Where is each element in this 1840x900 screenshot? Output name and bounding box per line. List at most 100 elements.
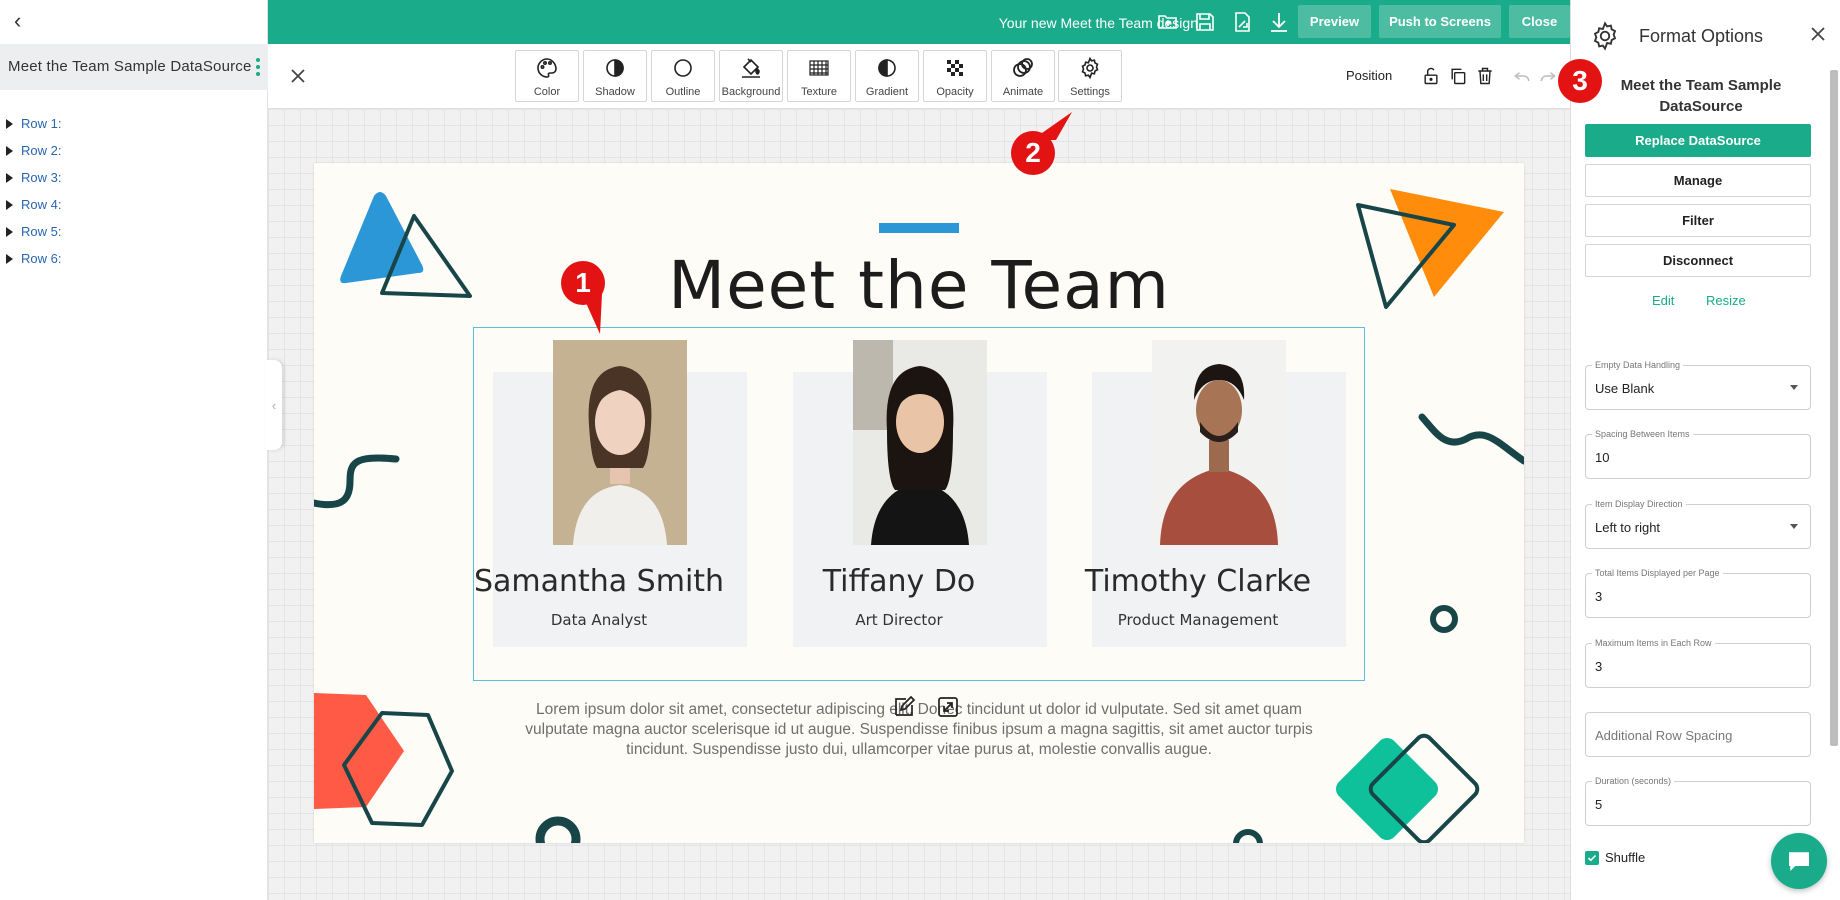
member-role: Product Management bbox=[1117, 611, 1279, 629]
caret-right-icon bbox=[6, 118, 13, 129]
field-value: 3 bbox=[1595, 589, 1603, 604]
row-label: Row 2: bbox=[21, 143, 62, 158]
field-value: 5 bbox=[1595, 797, 1603, 812]
save-icon[interactable] bbox=[1193, 10, 1217, 34]
row-item[interactable]: Row 4: bbox=[6, 191, 61, 218]
additional-row-spacing-input[interactable]: Additional Row Spacing bbox=[1585, 712, 1811, 757]
team-repeater[interactable]: Samantha Smith Data Analyst Tiffany Do A… bbox=[473, 327, 1365, 681]
field-value: 3 bbox=[1595, 659, 1603, 674]
preview-button[interactable]: Preview bbox=[1298, 5, 1371, 38]
row-item[interactable]: Row 1: bbox=[6, 110, 61, 137]
close-button[interactable]: Close bbox=[1509, 5, 1570, 38]
caret-right-icon bbox=[6, 145, 13, 156]
resize-icon[interactable] bbox=[936, 695, 960, 719]
tool-background[interactable]: Background bbox=[719, 50, 783, 102]
tool-label: Texture bbox=[800, 86, 838, 98]
design-slide[interactable]: Meet the Team Samantha Smith Data Analys… bbox=[314, 163, 1524, 843]
collapse-panel-handle[interactable]: ‹ bbox=[266, 360, 282, 450]
chat-support-button[interactable] bbox=[1771, 833, 1827, 889]
open-folder-icon[interactable] bbox=[1156, 10, 1180, 34]
download-icon[interactable] bbox=[1267, 10, 1291, 34]
caret-right-icon bbox=[6, 172, 13, 183]
marker-number: 1 bbox=[575, 267, 591, 298]
row-item[interactable]: Row 6: bbox=[6, 245, 61, 272]
datasource-header[interactable]: Meet the Team Sample DataSource bbox=[0, 44, 268, 90]
paint-bucket-icon bbox=[742, 58, 760, 78]
tool-texture[interactable]: Texture bbox=[787, 50, 851, 102]
items-per-row-input[interactable]: Maximum Items in Each Row 3 bbox=[1585, 638, 1811, 688]
close-icon[interactable] bbox=[1806, 22, 1830, 46]
tool-shadow[interactable]: Shadow bbox=[583, 50, 647, 102]
body-text[interactable]: Lorem ipsum dolor sit amet, consectetur … bbox=[524, 700, 1314, 760]
field-value: Left to right bbox=[1595, 520, 1661, 535]
member-role: Data Analyst bbox=[550, 611, 648, 629]
close-icon[interactable] bbox=[286, 64, 310, 88]
undo-icon[interactable] bbox=[1512, 66, 1532, 86]
caret-down-icon bbox=[1790, 385, 1798, 390]
tool-animate[interactable]: Animate bbox=[991, 50, 1055, 102]
tool-label: Color bbox=[533, 86, 561, 98]
edit-icon[interactable] bbox=[892, 695, 916, 719]
datasource-panel: ‹ Meet the Team Sample DataSource Row 1:… bbox=[0, 0, 268, 900]
animate-rings-icon bbox=[1013, 58, 1033, 77]
disconnect-button[interactable]: Disconnect bbox=[1585, 244, 1811, 277]
save-as-icon[interactable] bbox=[1230, 10, 1254, 34]
field-label: Empty Data Handling bbox=[1592, 360, 1684, 370]
field-label: Spacing Between Items bbox=[1592, 429, 1693, 439]
photo-timothy bbox=[1152, 340, 1286, 545]
unlock-icon[interactable] bbox=[1421, 66, 1441, 86]
more-vertical-icon[interactable] bbox=[254, 56, 262, 78]
tool-opacity[interactable]: Opacity bbox=[923, 50, 987, 102]
tool-label: Background bbox=[721, 86, 781, 98]
marker-number: 3 bbox=[1572, 65, 1588, 96]
items-per-page-input[interactable]: Total Items Displayed per Page 3 bbox=[1585, 568, 1811, 618]
tool-label: Animate bbox=[1002, 86, 1044, 98]
shuffle-checkbox[interactable]: Shuffle bbox=[1585, 850, 1645, 865]
tool-color[interactable]: Color bbox=[515, 50, 579, 102]
duration-input[interactable]: Duration (seconds) 5 bbox=[1585, 776, 1811, 826]
member-name: Timothy Clarke bbox=[1084, 564, 1312, 599]
row-label: Row 3: bbox=[21, 170, 62, 185]
spacing-between-items-input[interactable]: Spacing Between Items 10 bbox=[1585, 429, 1811, 479]
caret-right-icon bbox=[6, 199, 13, 210]
filter-button[interactable]: Filter bbox=[1585, 204, 1811, 237]
tool-outline[interactable]: Outline bbox=[651, 50, 715, 102]
checkerboard-icon bbox=[947, 60, 963, 76]
annotation-marker-2: 2 bbox=[1011, 131, 1055, 175]
tool-gradient[interactable]: Gradient bbox=[855, 50, 919, 102]
gradient-icon bbox=[878, 59, 896, 77]
tool-label: Settings bbox=[1070, 86, 1110, 98]
member-role: Art Director bbox=[855, 611, 943, 629]
texture-grid-icon bbox=[809, 60, 829, 76]
photo-tiffany bbox=[853, 340, 987, 545]
design-title[interactable]: Meet the Team bbox=[314, 247, 1524, 324]
member-name: Samantha Smith bbox=[473, 564, 725, 599]
checkbox-checked-icon bbox=[1585, 850, 1599, 865]
position-label[interactable]: Position bbox=[1346, 68, 1392, 83]
back-icon[interactable]: ‹ bbox=[14, 10, 38, 34]
member-name: Tiffany Do bbox=[822, 564, 976, 599]
tool-settings[interactable]: Settings bbox=[1058, 50, 1122, 102]
row-item[interactable]: Row 3: bbox=[6, 164, 61, 191]
item-display-direction-select[interactable]: Item Display Direction Left to right bbox=[1585, 499, 1811, 549]
duplicate-icon[interactable] bbox=[1448, 66, 1468, 86]
redo-icon[interactable] bbox=[1538, 66, 1558, 86]
row-item[interactable]: Row 2: bbox=[6, 137, 61, 164]
trash-icon[interactable] bbox=[1475, 66, 1495, 86]
row-item[interactable]: Row 5: bbox=[6, 218, 61, 245]
empty-data-handling-select[interactable]: Empty Data Handling Use Blank bbox=[1585, 360, 1811, 410]
panel-title: Format Options bbox=[1639, 26, 1764, 46]
caret-right-icon bbox=[6, 226, 13, 237]
top-bar: Your new Meet the Team design Preview Pu… bbox=[268, 0, 1570, 44]
row-label: Row 4: bbox=[21, 197, 62, 212]
replace-datasource-button[interactable]: Replace DataSource bbox=[1585, 124, 1811, 157]
marker-number: 2 bbox=[1025, 137, 1041, 168]
title-accent-bar bbox=[879, 223, 959, 233]
gear-icon bbox=[1593, 21, 1617, 51]
push-to-screens-button[interactable]: Push to Screens bbox=[1379, 5, 1501, 38]
panel-scrollbar[interactable] bbox=[1830, 70, 1838, 746]
edit-link[interactable]: Edit bbox=[1652, 293, 1674, 308]
resize-link[interactable]: Resize bbox=[1706, 293, 1746, 308]
manage-button[interactable]: Manage bbox=[1585, 164, 1811, 197]
datasource-title: Meet the Team Sample DataSource bbox=[8, 58, 252, 75]
